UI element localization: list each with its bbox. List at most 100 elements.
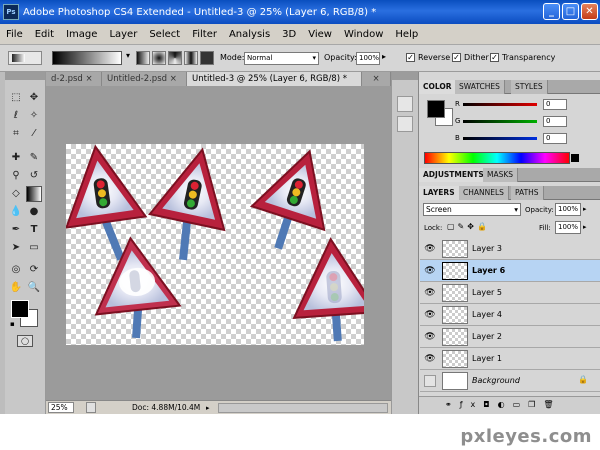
- pen-tool-icon[interactable]: ✒: [8, 222, 24, 238]
- tab-paths[interactable]: PATHS: [511, 186, 544, 200]
- dock-header[interactable]: [392, 72, 419, 80]
- dodge-tool-icon[interactable]: ●: [26, 204, 42, 220]
- layer-row[interactable]: 👁 Layer 1: [420, 348, 600, 370]
- hand-tool-icon[interactable]: ✋: [8, 280, 24, 296]
- visibility-eye-icon[interactable]: 👁: [424, 353, 436, 365]
- eraser-tool-icon[interactable]: ◇: [8, 186, 24, 202]
- horizontal-scrollbar[interactable]: [218, 403, 388, 413]
- menu-image[interactable]: Image: [60, 29, 103, 40]
- menu-filter[interactable]: Filter: [186, 29, 223, 40]
- menu-3d[interactable]: 3D: [276, 29, 302, 40]
- menu-edit[interactable]: Edit: [29, 29, 60, 40]
- layer-row[interactable]: 👁 Layer 2: [420, 326, 600, 348]
- blend-mode-select[interactable]: Screen ▾: [423, 203, 521, 216]
- visibility-eye-icon[interactable]: 👁: [424, 243, 436, 255]
- green-value[interactable]: 0: [543, 116, 567, 127]
- menu-window[interactable]: Window: [338, 29, 389, 40]
- delete-layer-icon[interactable]: 🗑: [543, 400, 561, 409]
- close-button[interactable]: ✕: [581, 3, 598, 20]
- eyedropper-tool-icon[interactable]: ⁄: [26, 126, 42, 142]
- lock-options-icons[interactable]: ▢✎✥🔒: [447, 222, 490, 231]
- magic-wand-tool-icon[interactable]: ✧: [26, 108, 42, 124]
- black-swatch[interactable]: [571, 154, 579, 162]
- transparency-checkbox[interactable]: ✓: [490, 53, 499, 62]
- layer-row-selected[interactable]: 👁 Layer 6: [420, 260, 600, 282]
- opacity-slider-toggle[interactable]: ▸: [382, 52, 390, 66]
- move-tool-icon[interactable]: ✥: [26, 90, 42, 106]
- reverse-checkbox[interactable]: ✓: [406, 53, 415, 62]
- toolbox-header[interactable]: [5, 72, 45, 80]
- gradient-editor-swatch[interactable]: [52, 51, 122, 65]
- layer-style-icon[interactable]: ƒx: [460, 400, 484, 409]
- opacity-slider-arrow[interactable]: ▸: [583, 205, 587, 213]
- tab-adjustments[interactable]: ADJUSTMENTS: [419, 168, 489, 182]
- quick-mask-icon[interactable]: ◯: [17, 335, 33, 347]
- brush-tool-icon[interactable]: ✎: [26, 150, 42, 166]
- path-selection-tool-icon[interactable]: ➤: [8, 240, 24, 256]
- 3d-orbit-tool-icon[interactable]: ⟳: [26, 262, 42, 278]
- minimize-button[interactable]: _: [543, 3, 560, 20]
- blue-value[interactable]: 0: [543, 133, 567, 144]
- tab-untitled-2[interactable]: Untitled-2.psd ×: [102, 72, 187, 86]
- link-layers-icon[interactable]: ⚭: [445, 400, 460, 409]
- healing-brush-tool-icon[interactable]: ✚: [8, 150, 24, 166]
- history-brush-tool-icon[interactable]: ↺: [26, 168, 42, 184]
- visibility-toggle-off[interactable]: [424, 375, 436, 387]
- linear-gradient-button[interactable]: [136, 51, 150, 65]
- menu-view[interactable]: View: [302, 29, 338, 40]
- tab-channels[interactable]: CHANNELS: [459, 186, 509, 200]
- history-panel-icon[interactable]: [397, 96, 413, 112]
- layer-row[interactable]: 👁 Layer 3: [420, 238, 600, 260]
- tab-close-icon[interactable]: ×: [362, 72, 391, 86]
- new-layer-icon[interactable]: ❐: [528, 400, 543, 409]
- menu-file[interactable]: File: [0, 29, 29, 40]
- tab-document-1[interactable]: d-2.psd ×: [46, 72, 102, 86]
- zoom-level-field[interactable]: 25%: [48, 402, 74, 413]
- menu-select[interactable]: Select: [143, 29, 186, 40]
- adjustment-layer-icon[interactable]: ◐: [498, 400, 513, 409]
- layer-mask-icon[interactable]: ◘: [483, 400, 497, 409]
- radial-gradient-button[interactable]: [152, 51, 166, 65]
- menu-analysis[interactable]: Analysis: [223, 29, 276, 40]
- blue-slider[interactable]: [463, 137, 537, 140]
- red-slider[interactable]: [463, 103, 537, 106]
- green-slider[interactable]: [463, 120, 537, 123]
- visibility-eye-icon[interactable]: 👁: [424, 309, 436, 321]
- reflected-gradient-button[interactable]: [184, 51, 198, 65]
- visibility-eye-icon[interactable]: 👁: [424, 265, 436, 277]
- tab-untitled-3[interactable]: Untitled-3 @ 25% (Layer 6, RGB/8) *: [187, 72, 362, 86]
- tab-layers[interactable]: LAYERS: [419, 186, 460, 200]
- gradient-tool-icon[interactable]: [26, 186, 42, 202]
- diamond-gradient-button[interactable]: [200, 51, 214, 65]
- menu-help[interactable]: Help: [389, 29, 424, 40]
- status-options-icon[interactable]: [86, 402, 96, 413]
- blur-tool-icon[interactable]: 💧: [8, 204, 24, 220]
- layer-row[interactable]: 👁 Layer 4: [420, 304, 600, 326]
- new-group-icon[interactable]: ▭: [513, 400, 529, 409]
- visibility-eye-icon[interactable]: 👁: [424, 331, 436, 343]
- layer-opacity-field[interactable]: 100%: [555, 203, 581, 216]
- fill-slider-arrow[interactable]: ▸: [583, 223, 587, 231]
- visibility-eye-icon[interactable]: 👁: [424, 287, 436, 299]
- tab-styles[interactable]: STYLES: [511, 80, 548, 94]
- tab-swatches[interactable]: SWATCHES: [455, 80, 505, 94]
- status-menu-arrow[interactable]: ▸: [206, 404, 210, 412]
- opacity-field[interactable]: 100%: [356, 52, 380, 65]
- default-colors-icon[interactable]: ▪: [10, 320, 15, 328]
- fill-field[interactable]: 100%: [555, 221, 581, 234]
- clone-stamp-tool-icon[interactable]: ⚲: [8, 168, 24, 184]
- marquee-tool-icon[interactable]: ⬚: [8, 90, 24, 106]
- type-tool-icon[interactable]: T: [26, 222, 42, 238]
- red-value[interactable]: 0: [543, 99, 567, 110]
- shape-tool-icon[interactable]: ▭: [26, 240, 42, 256]
- actions-panel-icon[interactable]: [397, 116, 413, 132]
- lasso-tool-icon[interactable]: ℓ: [8, 108, 24, 124]
- layer-row-background[interactable]: Background 🔒: [420, 370, 600, 392]
- chevron-down-icon[interactable]: ▾: [126, 51, 134, 65]
- menu-layer[interactable]: Layer: [103, 29, 143, 40]
- tab-color[interactable]: COLOR: [419, 80, 457, 94]
- canvas[interactable]: [66, 144, 364, 345]
- foreground-color-chip[interactable]: [427, 100, 445, 118]
- tab-masks[interactable]: MASKS: [483, 168, 519, 182]
- maximize-button[interactable]: □: [562, 3, 579, 20]
